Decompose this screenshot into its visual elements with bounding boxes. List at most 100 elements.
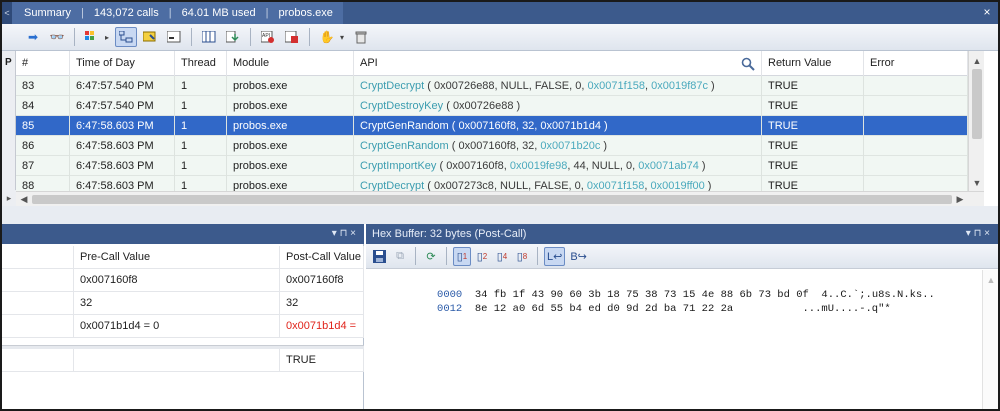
- api-arg: , 32,: [515, 140, 541, 152]
- tree-view-icon[interactable]: [115, 27, 137, 47]
- cell-thread: 1: [175, 136, 227, 156]
- cell-error: [864, 156, 968, 176]
- hex-bytes: 8e 12 a0 6d 55 b4 ed d0 9d 2d ba 71 22 2…: [474, 303, 734, 315]
- byte-view-8-icon[interactable]: ▯ 8: [513, 247, 531, 266]
- toolbar-divider: [309, 28, 310, 46]
- return-row[interactable]: TRUE: [2, 349, 364, 372]
- vertical-scrollbar[interactable]: ▲ ▼: [968, 51, 984, 191]
- cell-number: 87: [16, 156, 70, 176]
- api-arg: ): [600, 120, 608, 132]
- pane-controls[interactable]: ▾ ⊓ ×: [966, 224, 990, 244]
- pane-divider[interactable]: [2, 206, 998, 224]
- table-row[interactable]: 83 6:47:57.540 PM 1 probos.exe CryptDecrypt …: [16, 76, 968, 96]
- cell-api: CryptDecrypt ( 0x00726e88, NULL, FALSE, …: [354, 76, 762, 96]
- parameters-pane: ▾ ⊓ × Pre-Call Value Post-Call Value 0x0…: [2, 224, 364, 409]
- summary-tab-label: Summary: [24, 7, 72, 19]
- pane-controls[interactable]: ▾ ⊓ ×: [332, 224, 356, 244]
- param-post-value: 0x0071b1d4 =: [280, 315, 364, 338]
- cell-return: TRUE: [762, 116, 864, 136]
- api-calls-grid: P # Time of Day Thread Module API Return…: [2, 51, 998, 206]
- table-row[interactable]: 85 6:47:58.603 PM 1 probos.exe CryptGenRando…: [16, 116, 968, 136]
- little-endian-icon[interactable]: L↩: [544, 246, 566, 266]
- horizontal-scrollbar[interactable]: ◀ ▶: [16, 191, 984, 206]
- summary-tab[interactable]: Summary | 143,072 calls | 64.01 MB used …: [12, 2, 343, 24]
- byte-view-2-icon[interactable]: ▯ 2: [473, 247, 491, 266]
- close-icon[interactable]: ×: [980, 3, 994, 21]
- parameter-row[interactable]: 32 32: [2, 292, 364, 315]
- hex-view[interactable]: 0000 34 fb 1f 43 90 60 3b 18 75 38 73 15…: [366, 270, 982, 409]
- vertical-scrollbar[interactable]: ▲: [982, 270, 998, 409]
- return-pre: [74, 349, 280, 372]
- scroll-left-icon[interactable]: <: [2, 2, 12, 24]
- parameter-row[interactable]: 0x007160f8 0x007160f8: [2, 269, 364, 292]
- scroll-thumb[interactable]: [972, 69, 982, 139]
- api-name[interactable]: CryptDecrypt: [360, 80, 424, 92]
- api-name[interactable]: CryptGenRandom: [360, 140, 449, 152]
- chevron-down-icon[interactable]: ▸: [105, 33, 113, 42]
- column-header-name: [2, 246, 74, 269]
- scroll-up-icon[interactable]: ▲: [969, 53, 985, 69]
- api-pointer-arg: 0x0019f87c: [651, 80, 708, 92]
- console-icon[interactable]: [163, 27, 185, 47]
- clear-icon[interactable]: [281, 27, 303, 47]
- search-icon[interactable]: [741, 57, 755, 71]
- api-arg: ): [698, 160, 706, 172]
- highlight-icon[interactable]: [139, 27, 161, 47]
- scroll-right-icon[interactable]: ▶: [952, 192, 968, 206]
- column-header-post-call[interactable]: Post-Call Value: [280, 246, 364, 269]
- binoculars-icon[interactable]: 👓: [46, 27, 68, 47]
- refresh-icon[interactable]: ⟳: [422, 247, 440, 266]
- scroll-left-icon[interactable]: ◀: [16, 192, 32, 206]
- copy-icon[interactable]: ⧉: [391, 247, 409, 266]
- table-row[interactable]: 84 6:47:57.540 PM 1 probos.exe CryptDestroyK…: [16, 96, 968, 116]
- column-header-pre-call[interactable]: Pre-Call Value: [74, 246, 280, 269]
- toolbar-divider: [415, 247, 416, 265]
- save-icon[interactable]: [370, 247, 389, 266]
- scroll-up-icon[interactable]: ▲: [983, 272, 998, 288]
- calls-count: 143,072 calls: [93, 7, 159, 19]
- toolbar-divider: [191, 28, 192, 46]
- export-icon[interactable]: [222, 27, 244, 47]
- column-header-time[interactable]: Time of Day: [70, 51, 175, 76]
- table-row[interactable]: 87 6:47:58.603 PM 1 probos.exe CryptImportKe…: [16, 156, 968, 176]
- cell-time: 6:47:58.603 PM: [70, 136, 175, 156]
- parameter-row[interactable]: 0x0071b1d4 = 0 0x0071b1d4 =: [2, 315, 364, 338]
- chevron-down-icon[interactable]: ▾: [340, 33, 348, 42]
- api-arg: , 44, NULL, 0,: [567, 160, 639, 172]
- cell-number: 83: [16, 76, 70, 96]
- big-endian-icon[interactable]: B↪: [567, 247, 590, 266]
- parameters-pane-titlebar: ▾ ⊓ ×: [2, 224, 364, 244]
- columns-icon[interactable]: [198, 27, 220, 47]
- hand-icon[interactable]: ✋: [316, 27, 338, 47]
- api-arg: ): [513, 100, 521, 112]
- api-name[interactable]: CryptDestroyKey: [360, 100, 443, 112]
- scroll-down-icon[interactable]: ▼: [969, 175, 985, 191]
- api-name[interactable]: CryptGenRandom: [360, 120, 449, 132]
- trash-icon[interactable]: [350, 27, 372, 47]
- return-post: TRUE: [280, 349, 364, 372]
- column-header-api-label: API: [360, 57, 378, 69]
- column-header-thread[interactable]: Thread: [175, 51, 227, 76]
- byte-view-1-icon[interactable]: ▯ 1: [453, 246, 471, 266]
- column-header-return[interactable]: Return Value: [762, 51, 864, 76]
- toolbar-divider: [537, 247, 538, 265]
- table-row[interactable]: 86 6:47:58.603 PM 1 probos.exe CryptGenRando…: [16, 136, 968, 156]
- go-icon[interactable]: ➡: [22, 27, 44, 47]
- expand-icon[interactable]: ▸: [2, 190, 16, 206]
- api-arg: 0x0071b1d4: [540, 120, 601, 132]
- column-header-module[interactable]: Module: [227, 51, 354, 76]
- column-header-api[interactable]: API: [354, 51, 762, 76]
- hex-pane-titlebar: Hex Buffer: 32 bytes (Post-Call) ▾ ⊓ ×: [366, 224, 998, 244]
- summary-bar: < Summary | 143,072 calls | 64.01 MB use…: [2, 2, 998, 24]
- process-name: probos.exe: [278, 7, 333, 19]
- byte-view-4-icon[interactable]: ▯ 4: [493, 247, 511, 266]
- api-name[interactable]: CryptImportKey: [360, 160, 436, 172]
- cell-number: 84: [16, 96, 70, 116]
- column-header-error[interactable]: Error: [864, 51, 968, 76]
- scroll-thumb[interactable]: [32, 195, 952, 204]
- column-header-number[interactable]: #: [16, 51, 70, 76]
- cell-module: probos.exe: [227, 116, 354, 136]
- api-filter-icon[interactable]: API: [257, 27, 279, 47]
- color-grid-icon[interactable]: [81, 27, 103, 47]
- main-toolbar: ➡ 👓 ▸ API ✋ ▾: [2, 24, 998, 51]
